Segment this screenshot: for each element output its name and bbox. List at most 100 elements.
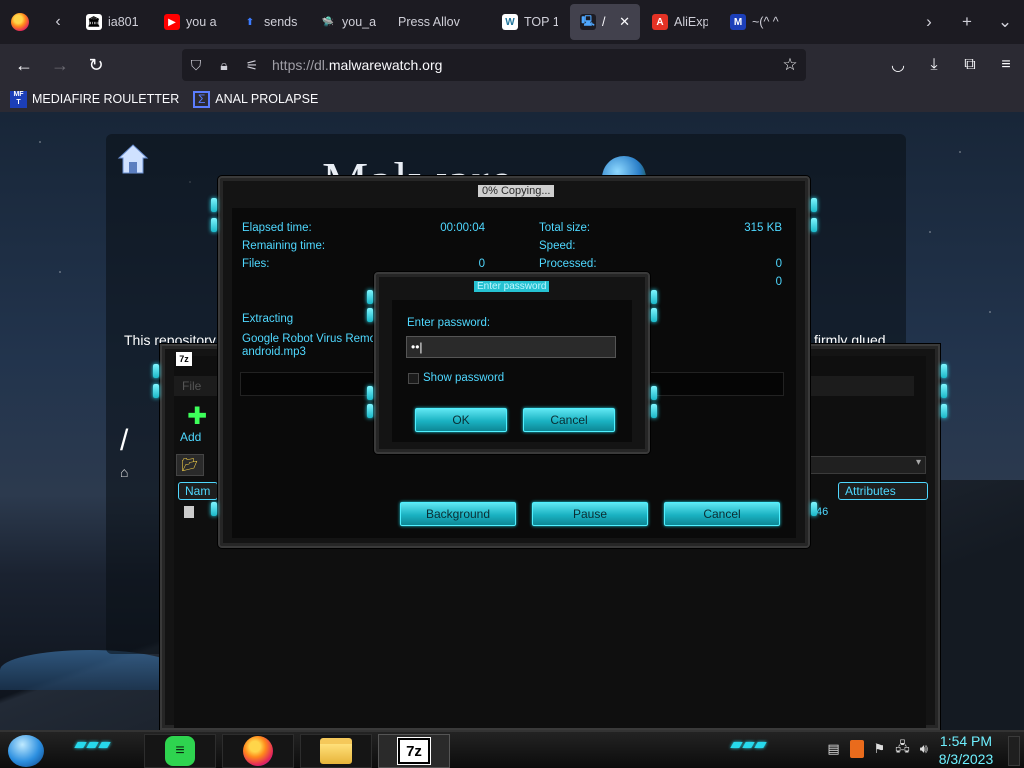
taskbar-led-strip bbox=[730, 742, 767, 748]
tab-8[interactable]: M ~(^ ^ bbox=[720, 4, 796, 40]
mediafire-icon: M bbox=[730, 14, 746, 30]
tab-6[interactable]: 🖳 / – ✕ bbox=[570, 4, 640, 40]
ufo-icon: 🛸 bbox=[320, 14, 336, 30]
list-all-tabs-icon[interactable]: ⌄ bbox=[986, 0, 1024, 44]
password-ok-button[interactable]: OK bbox=[415, 408, 507, 432]
frame-led bbox=[211, 198, 217, 212]
tab-label: AliExp bbox=[674, 15, 708, 29]
show-password-checkbox[interactable] bbox=[408, 373, 419, 384]
copy-dialog-title: 0% Copying... bbox=[478, 185, 555, 197]
archive-org-icon: 🏛 bbox=[86, 14, 102, 30]
frame-led bbox=[367, 404, 373, 418]
tab-scroll-right-icon[interactable]: › bbox=[910, 0, 948, 44]
frame-led bbox=[651, 308, 657, 322]
show-password-label[interactable]: Show password bbox=[423, 372, 504, 384]
cancel-copy-button[interactable]: Cancel bbox=[664, 502, 780, 526]
frame-led bbox=[367, 308, 373, 322]
pocket-icon[interactable]: ◡ bbox=[880, 44, 916, 86]
home-icon[interactable] bbox=[116, 142, 150, 176]
lake-background bbox=[0, 650, 180, 690]
downloads-icon[interactable]: ⤓ bbox=[916, 44, 952, 86]
clock-date: 8/3/2023 bbox=[938, 751, 994, 767]
taskbar-file-explorer[interactable] bbox=[300, 734, 372, 768]
column-header-attributes[interactable]: Attributes bbox=[838, 482, 928, 500]
tab-0[interactable]: 🏛 ia801 bbox=[76, 4, 152, 40]
sigma-icon: Σ bbox=[193, 90, 211, 108]
tab-2[interactable]: ⬆ sends bbox=[232, 4, 308, 40]
frame-led bbox=[367, 290, 373, 304]
elapsed-time-value: 00:00:04 bbox=[440, 222, 485, 234]
lock-icon[interactable]: 🔒︎ bbox=[210, 57, 238, 74]
tray-overflow-icon[interactable]: ▤ bbox=[827, 741, 839, 757]
7zip-icon: 7z bbox=[397, 737, 431, 765]
processed-label: Processed: bbox=[539, 258, 597, 270]
reload-button[interactable]: ↻ bbox=[78, 44, 114, 86]
tab-4[interactable]: Press Allov bbox=[388, 4, 490, 40]
tab-label: sends bbox=[264, 15, 298, 29]
close-tab-icon[interactable]: ✕ bbox=[619, 14, 630, 30]
spotify-icon: ≡ bbox=[165, 736, 195, 766]
volume-icon[interactable]: 🔊︎ bbox=[920, 741, 928, 757]
tab-label: you a bbox=[186, 15, 217, 29]
pause-button[interactable]: Pause bbox=[532, 502, 648, 526]
sendspace-icon: ⬆ bbox=[242, 14, 258, 30]
permissions-icon[interactable]: ⚟ bbox=[238, 57, 266, 74]
taskbar-clock[interactable]: 1:54 PM 8/3/2023 bbox=[930, 732, 1002, 768]
frame-led bbox=[941, 404, 947, 418]
tab-label: you_a bbox=[342, 15, 376, 29]
tab-scroll-left-icon[interactable]: ‹ bbox=[40, 0, 76, 44]
bookmark-anal-prolapse[interactable]: Σ ANAL PROLAPSE bbox=[193, 90, 318, 108]
password-cancel-button[interactable]: Cancel bbox=[523, 408, 615, 432]
java-icon[interactable] bbox=[849, 740, 864, 758]
tab-1[interactable]: ▶ you a bbox=[154, 4, 230, 40]
network-icon[interactable]: 🖧︎ bbox=[895, 738, 910, 760]
url-scheme: https://dl. bbox=[272, 57, 329, 73]
taskbar-firefox[interactable] bbox=[222, 734, 294, 768]
password-input[interactable]: ••| bbox=[406, 336, 616, 358]
firefox-menu-icon[interactable] bbox=[0, 0, 40, 44]
tab-label: TOP 1 bbox=[524, 15, 558, 29]
mediafire-icon: MF T bbox=[10, 90, 27, 108]
frame-led bbox=[367, 386, 373, 400]
remaining-time-label: Remaining time: bbox=[242, 240, 326, 252]
tab-strip: 🏛 ia801 ▶ you a ⬆ sends 🛸 you_a Press Allov W TOP … bbox=[76, 4, 796, 40]
shield-icon[interactable]: ⛉ bbox=[182, 57, 210, 74]
total-size-label: Total size: bbox=[539, 222, 591, 234]
extensions-icon[interactable]: ⧉ bbox=[952, 44, 988, 86]
tab-5[interactable]: W TOP 1 bbox=[492, 4, 568, 40]
tab-label: Press Allov bbox=[398, 15, 460, 29]
clock-time: 1:54 PM bbox=[939, 733, 993, 749]
new-tab-icon[interactable]: + bbox=[948, 0, 986, 44]
show-desktop-button[interactable] bbox=[1008, 736, 1020, 766]
compressed-value: 0 bbox=[775, 276, 782, 288]
start-button[interactable] bbox=[8, 735, 44, 767]
url-text[interactable]: https://dl.malwarewatch.org bbox=[272, 57, 442, 73]
frame-led bbox=[153, 384, 159, 398]
url-bar[interactable]: ⛉ 🔒︎ ⚟ https://dl.malwarewatch.org ☆ bbox=[182, 49, 806, 81]
add-button-label[interactable]: Add bbox=[180, 430, 201, 444]
url-domain: malwarewatch.org bbox=[328, 57, 443, 73]
background-button[interactable]: Background bbox=[400, 502, 516, 526]
taskbar-spotify[interactable]: ≡ bbox=[144, 734, 216, 768]
hamburger-menu-icon[interactable]: ≡ bbox=[988, 44, 1024, 86]
folder-up-icon[interactable]: 📂︎ bbox=[176, 454, 204, 476]
frame-led bbox=[153, 364, 159, 378]
column-header-name[interactable]: Nam bbox=[178, 482, 218, 500]
directory-path: / bbox=[120, 424, 129, 457]
taskbar-7zip[interactable]: 7z bbox=[378, 734, 450, 768]
frame-led bbox=[941, 364, 947, 378]
bookmark-star-icon[interactable]: ☆ bbox=[774, 55, 806, 75]
path-combo-dropdown[interactable]: ▾ bbox=[808, 456, 926, 474]
add-plus-icon[interactable]: ✚ bbox=[182, 405, 212, 429]
tabbar-controls: › + ⌄ bbox=[910, 0, 1024, 44]
tab-3[interactable]: 🛸 you_a bbox=[310, 4, 386, 40]
toolbar-right: ◡ ⤓ ⧉ ≡ bbox=[880, 44, 1024, 86]
speed-label: Speed: bbox=[539, 240, 576, 252]
extracting-file-name-line2: android.mp3 bbox=[242, 346, 306, 358]
small-home-icon[interactable]: ⌂ bbox=[120, 464, 128, 480]
back-button[interactable]: ← bbox=[6, 44, 42, 86]
bookmark-mediafire-rouletter[interactable]: MF T MEDIAFIRE ROULETTER bbox=[10, 90, 179, 108]
tab-7[interactable]: A AliExp bbox=[642, 4, 718, 40]
forward-button[interactable]: → bbox=[42, 44, 78, 86]
action-center-flag-icon[interactable]: ⚑ bbox=[874, 741, 886, 757]
